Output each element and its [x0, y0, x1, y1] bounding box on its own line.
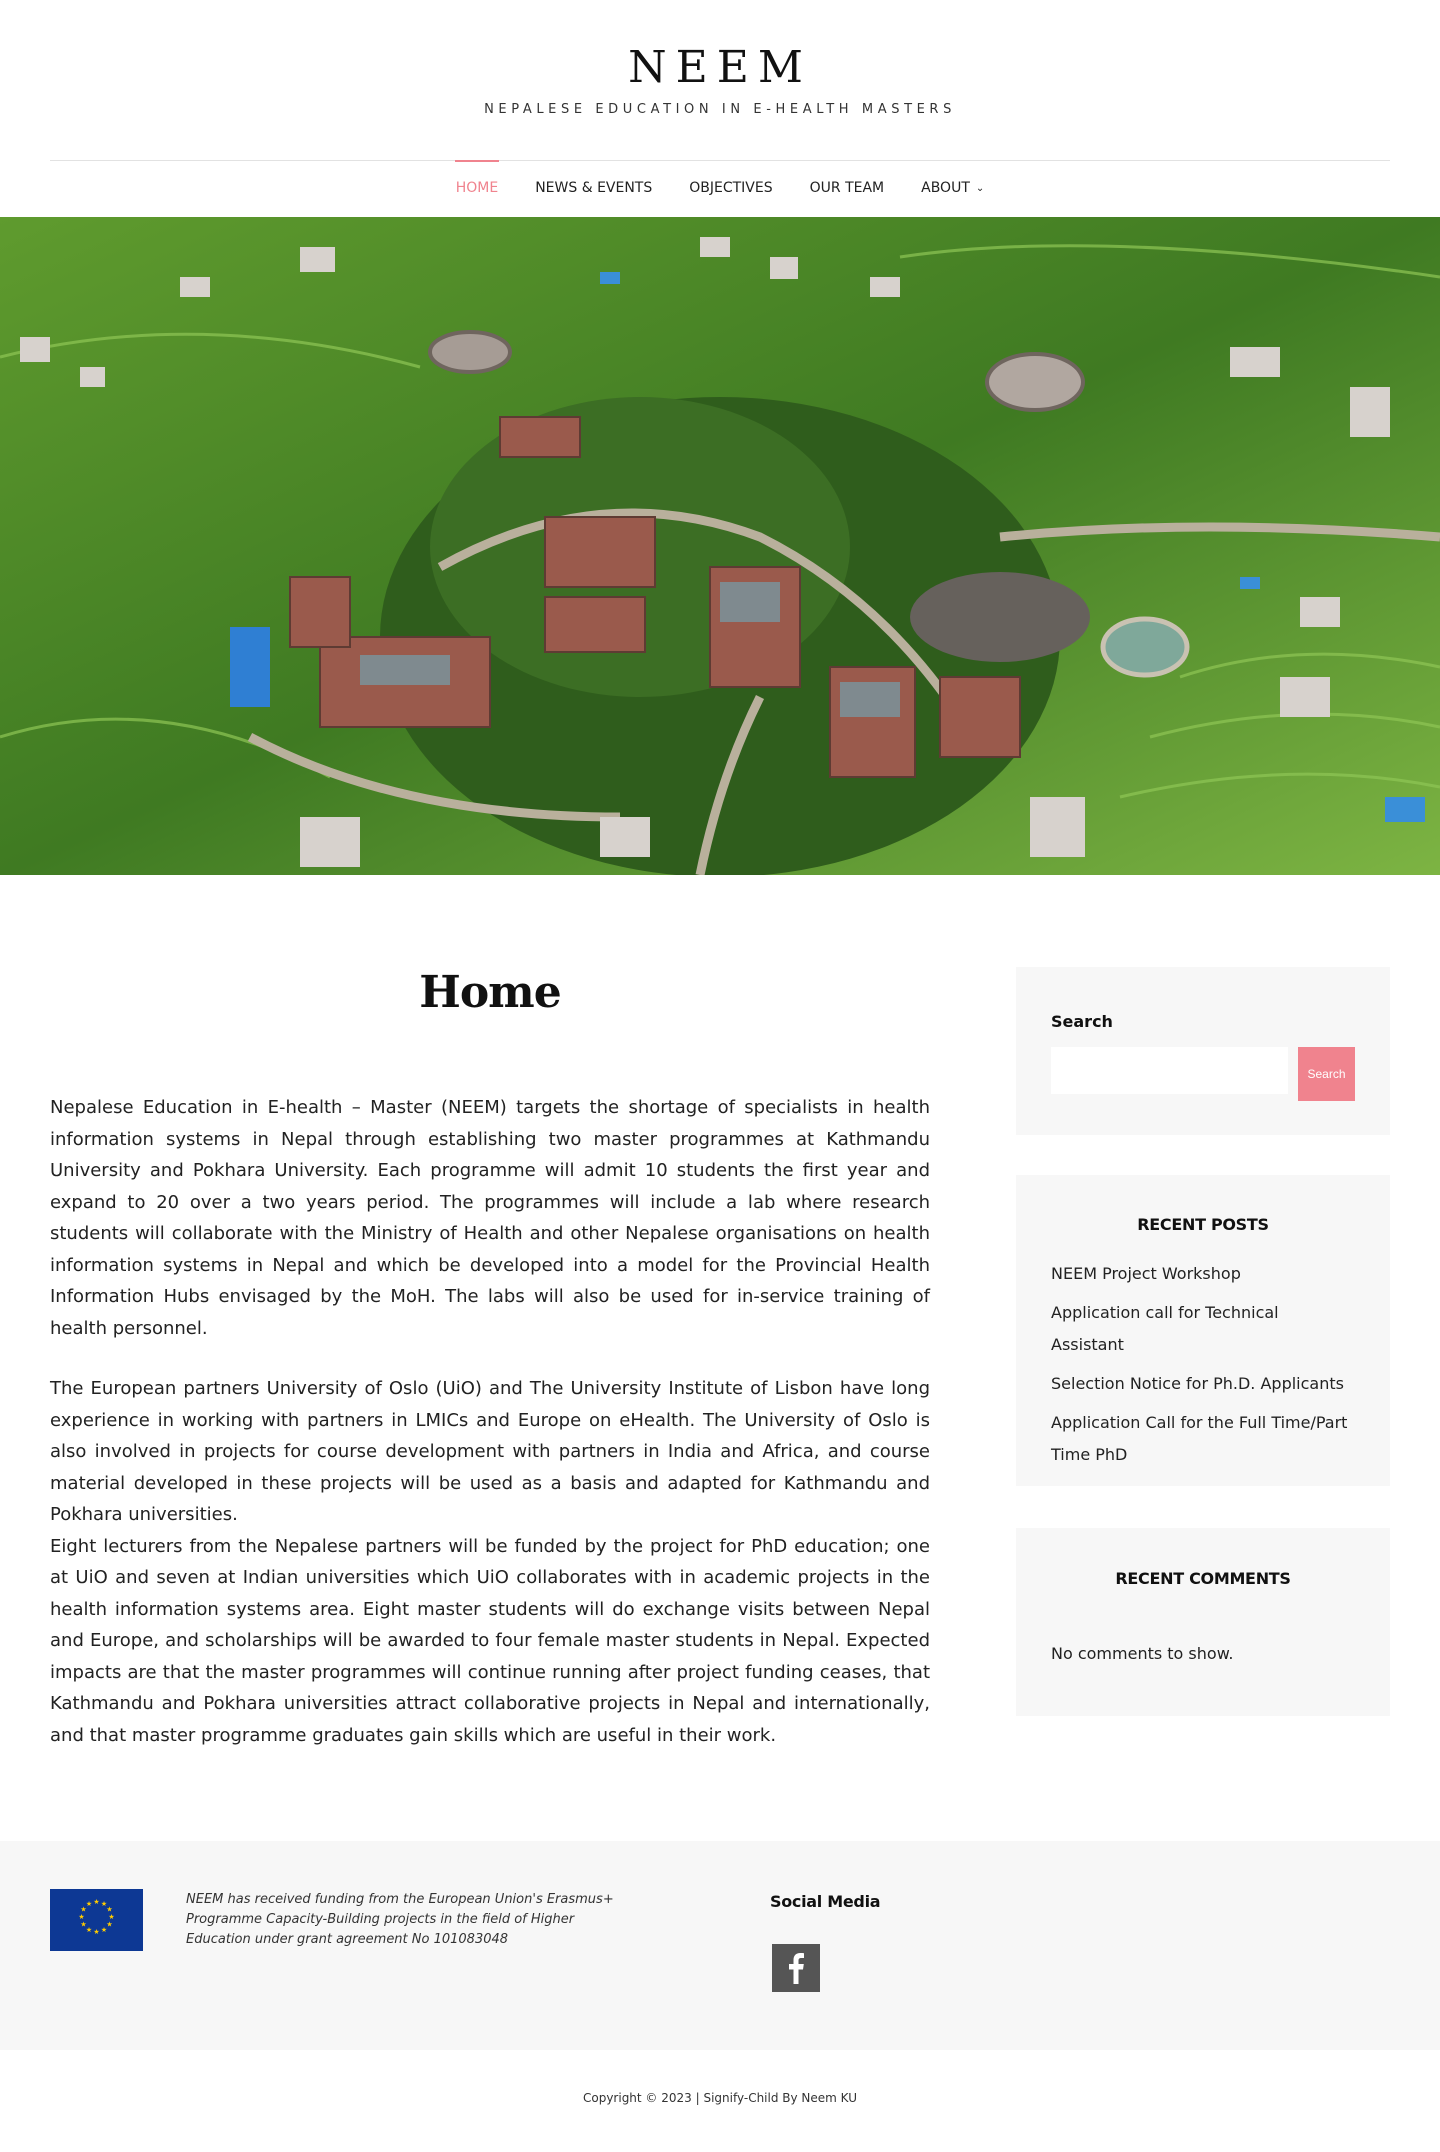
- main-navigation: Home News & Events Objectives Our Team A…: [0, 159, 1440, 218]
- svg-text:★: ★: [106, 1921, 112, 1929]
- nav-item-our-team[interactable]: Our Team: [791, 160, 903, 218]
- hero-image: [0, 217, 1440, 875]
- site-tagline: Nepalese Education in e-Health Masters: [484, 102, 956, 117]
- nav-item-objectives[interactable]: Objectives: [671, 160, 791, 218]
- page-title: Home: [419, 967, 561, 1018]
- nav-item-about[interactable]: About ⌄: [903, 160, 1003, 218]
- recent-comments-widget: Recent Comments No comments to show.: [1016, 1528, 1390, 1716]
- funding-notice: NEEM has received funding from the Europ…: [186, 1892, 614, 1947]
- site-title[interactable]: NEEM: [0, 44, 1440, 92]
- svg-text:★: ★: [80, 1921, 86, 1929]
- svg-text:★: ★: [101, 1926, 107, 1934]
- chevron-down-icon: ⌄: [975, 182, 985, 194]
- copyright-text: Copyright © 2023 | Signify-Child By Neem…: [582, 2091, 858, 2105]
- recent-post-link[interactable]: Selection Notice for Ph.D. Applicants: [1051, 1368, 1355, 1400]
- search-input[interactable]: [1051, 1047, 1288, 1094]
- paragraph-intro: Nepalese Education in E-health – Master …: [50, 1097, 930, 1339]
- paragraph-impacts: Eight lecturers from the Nepalese partne…: [50, 1535, 930, 1746]
- search-label: Search: [1051, 1012, 1113, 1031]
- no-comments-text: No comments to show.: [1051, 1644, 1234, 1663]
- nav-item-about-label: About: [921, 179, 970, 196]
- facebook-icon[interactable]: [772, 1944, 820, 1992]
- search-widget: Search Search: [1016, 967, 1390, 1135]
- svg-text:★: ★: [93, 1928, 99, 1936]
- recent-post-link[interactable]: Application Call for the Full Time/Part …: [1051, 1407, 1355, 1471]
- recent-posts-title: Recent Posts: [1137, 1215, 1269, 1234]
- svg-text:★: ★: [86, 1926, 92, 1934]
- site-footer: ★ ★ ★ ★ ★ ★ ★ ★ ★ ★ ★ ★ NEEM has receive…: [0, 1841, 1440, 2050]
- eu-flag-icon: ★ ★ ★ ★ ★ ★ ★ ★ ★ ★ ★ ★: [50, 1889, 143, 1951]
- svg-text:★: ★: [86, 1900, 92, 1908]
- paragraph-partners: The European partners University of Oslo…: [50, 1378, 930, 1525]
- recent-comments-title: Recent Comments: [1115, 1569, 1291, 1588]
- recent-post-link[interactable]: Application call for Technical Assistant: [1051, 1297, 1355, 1361]
- recent-post-link[interactable]: NEEM Project Workshop: [1051, 1258, 1355, 1290]
- nav-item-home[interactable]: Home: [437, 159, 516, 218]
- site-header: NEEM Nepalese Education in e-Health Mast…: [0, 0, 1440, 160]
- recent-posts-list: NEEM Project Workshop Application call f…: [1016, 1258, 1390, 1471]
- search-button[interactable]: Search: [1298, 1047, 1355, 1101]
- entry-content: Nepalese Education in E-health – Master …: [50, 1092, 930, 1751]
- aerial-campus-photo: [0, 217, 1440, 875]
- nav-item-news-events[interactable]: News & Events: [517, 160, 671, 218]
- svg-text:★: ★: [93, 1898, 99, 1906]
- recent-posts-widget: Recent Posts NEEM Project Workshop Appli…: [1016, 1175, 1390, 1486]
- svg-text:★: ★: [78, 1913, 84, 1921]
- social-media-title: Social Media: [770, 1892, 881, 1911]
